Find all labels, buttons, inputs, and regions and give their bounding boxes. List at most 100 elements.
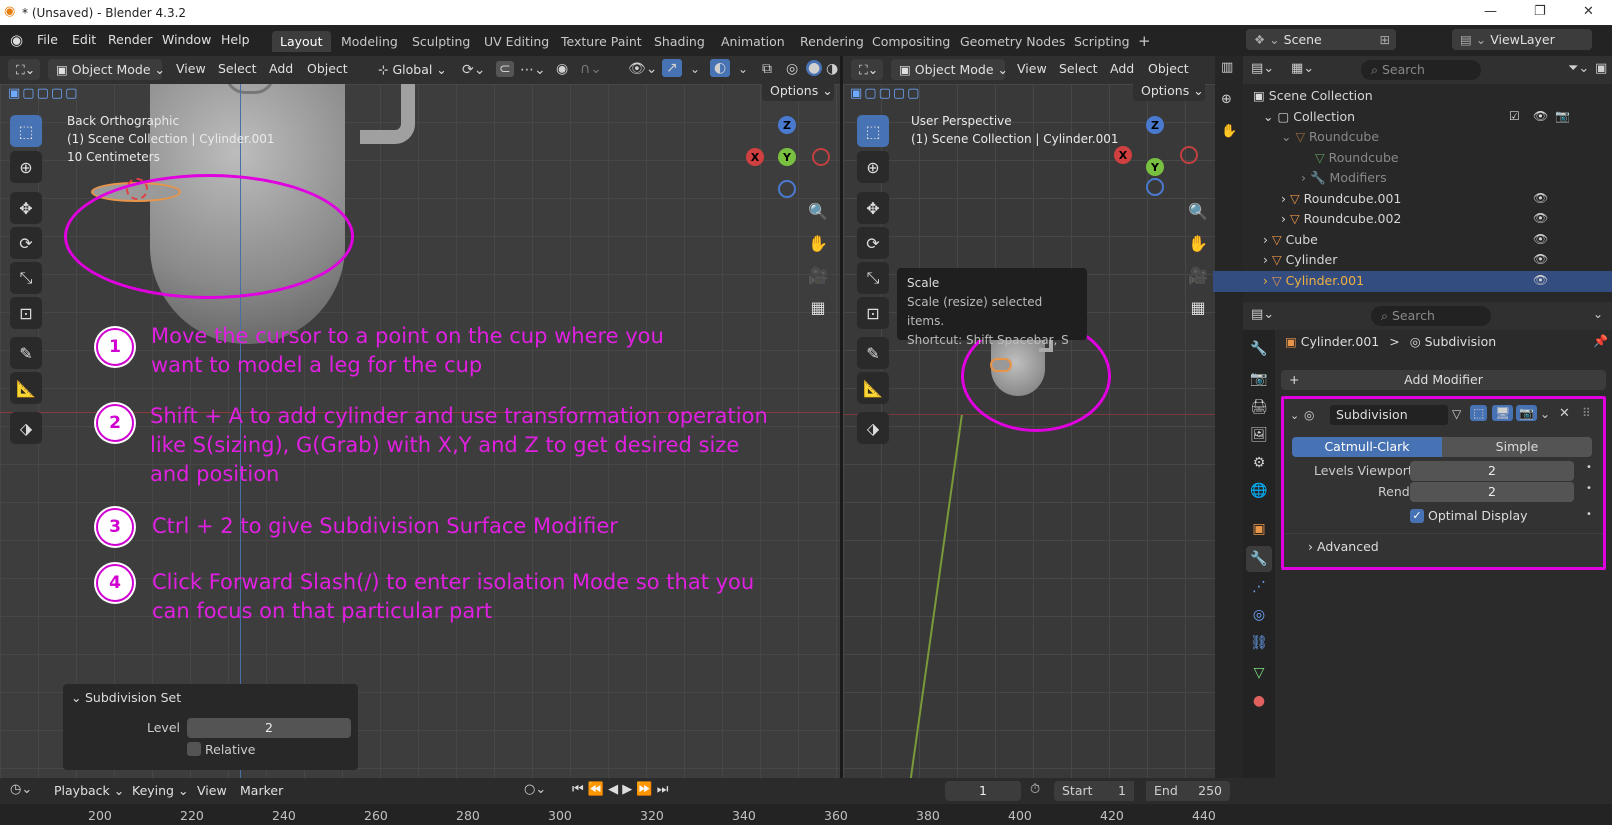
playback-controls[interactable]: ⏮ ⏪ ◀ ▶ ⏩ ⏭ (572, 782, 668, 797)
left-mode-dropdown[interactable]: ▣ Object Mode ⌄ (48, 59, 165, 80)
pin-properties-icon[interactable]: 📌 (1593, 334, 1608, 348)
row-eye-icon[interactable]: 👁 (1533, 191, 1548, 205)
xray-icon[interactable]: ⧉ (762, 61, 772, 77)
expand-icon[interactable]: › (1263, 252, 1272, 267)
falloff-icon[interactable]: ∩⌄ (580, 61, 602, 77)
x-axis-gizmo[interactable]: X (746, 148, 764, 166)
right-move-tool[interactable]: ✥ (857, 192, 889, 224)
right-pan-hand-icon[interactable]: ✋ (1184, 229, 1212, 257)
scale-tool[interactable]: ⤡ (10, 262, 42, 294)
proportional-edit-icon[interactable]: ◉ (556, 61, 568, 77)
expand-icon[interactable]: › (1281, 211, 1290, 226)
tab-geometry-nodes[interactable]: Geometry Nodes (952, 31, 1073, 52)
move-tool[interactable]: ✥ (10, 192, 42, 224)
timeline-editor-icon[interactable]: ◷⌄ (10, 782, 32, 797)
sidebar-toggle-icon[interactable]: ▥ (1221, 60, 1233, 75)
select-box-tool[interactable]: ⬚ (10, 115, 42, 147)
view-layer-selector[interactable]: ▤ ⌄ ViewLayer (1452, 29, 1592, 50)
blender-menu-icon[interactable]: ◉ (10, 31, 23, 49)
right-measure-tool[interactable]: 📐 (857, 372, 889, 404)
menu-help[interactable]: Help (221, 32, 250, 47)
outliner-row-collection[interactable]: ⌄ ▢ Collection (1263, 109, 1355, 130)
expand-icon[interactable]: › (1301, 170, 1310, 185)
realtime-icon[interactable]: 🖥 (1492, 405, 1514, 421)
left-menu-add[interactable]: Add (269, 61, 293, 76)
constraints-tab-icon[interactable]: ⛓ (1246, 630, 1272, 656)
simple-button[interactable]: Simple (1442, 437, 1592, 457)
physics-tab-icon[interactable]: ◎ (1246, 602, 1272, 628)
right-z-axis-gizmo[interactable]: Z (1146, 116, 1164, 134)
selection-mode-icons[interactable]: ▣▢▢▢▢ (8, 86, 79, 101)
expand-icon[interactable]: › (1263, 232, 1272, 247)
add-cube-tool[interactable]: ⬗ (10, 412, 42, 444)
right-scale-tool[interactable]: ⤡ (857, 262, 889, 294)
row-eye-icon[interactable]: 👁 (1533, 273, 1548, 287)
pan-hand-icon[interactable]: ✋ (804, 229, 832, 257)
start-frame-field[interactable]: Start 1 (1054, 781, 1134, 801)
modifier-collapse-icon[interactable]: ⌄ (1290, 409, 1299, 422)
left-options-dropdown[interactable]: Options ⌄ (762, 84, 834, 101)
outliner-row-cylinder[interactable]: › ▽ Cylinder (1263, 252, 1337, 273)
render-levels-field[interactable]: 2 (1410, 482, 1574, 502)
right-x-axis-gizmo[interactable]: X (1114, 146, 1132, 164)
z-axis-gizmo[interactable]: Z (778, 116, 796, 134)
left-menu-select[interactable]: Select (218, 61, 257, 76)
modifier-tab-icon[interactable]: 🔧 (1246, 546, 1272, 572)
row-eye-icon[interactable]: 👁 (1533, 211, 1548, 225)
catmull-clark-button[interactable]: Catmull-Clark (1292, 437, 1442, 457)
outliner-row-roundcube-001[interactable]: › ▽ Roundcube.001 (1281, 191, 1401, 212)
collection-checkbox-icon[interactable]: ☑ (1509, 109, 1520, 123)
output-tab-icon[interactable]: 🖨 (1246, 394, 1272, 420)
right-mode-dropdown[interactable]: ▣ Object Mode ⌄ (891, 59, 1008, 80)
outliner-row-modifiers[interactable]: › 🔧 Modifiers (1301, 170, 1387, 191)
snap-target-icon[interactable]: ⋯⌄ (520, 62, 546, 78)
right-menu-object[interactable]: Object (1148, 61, 1189, 76)
on-cage-icon[interactable]: ⬚ (1470, 405, 1488, 421)
editor-type-icon[interactable]: ⛶⌄ (8, 59, 40, 80)
auto-keying-icon[interactable]: ○⌄ (524, 782, 546, 797)
right-menu-select[interactable]: Select (1059, 61, 1098, 76)
menu-render[interactable]: Render (108, 32, 153, 47)
advanced-section[interactable]: › Advanced (1308, 539, 1379, 554)
timeline-view-menu[interactable]: View (197, 783, 227, 798)
left-menu-view[interactable]: View (176, 61, 206, 76)
left-menu-object[interactable]: Object (307, 61, 348, 76)
outliner-row-roundcube-002[interactable]: › ▽ Roundcube.002 (1281, 211, 1401, 232)
right-selection-mode-icons[interactable]: ▣▢▢▢▢ (850, 86, 921, 101)
solid-shading-icon[interactable]: ● (806, 60, 823, 76)
neg-z-axis-gizmo[interactable] (778, 180, 796, 198)
gizmo-icon[interactable]: ↗ (662, 59, 682, 77)
drag-handle-icon[interactable]: ⠿ (1582, 406, 1591, 420)
panel-collapse-icon[interactable]: ⌄ (71, 690, 81, 705)
tab-animation[interactable]: Animation (713, 31, 793, 52)
pin-icon[interactable]: ⊞ (1380, 32, 1390, 47)
current-frame-field[interactable]: 1 (945, 781, 1021, 801)
right-menu-view[interactable]: View (1017, 61, 1047, 76)
expand-icon[interactable]: › (1263, 273, 1272, 288)
expand-icon[interactable]: ⌄ (1263, 109, 1277, 124)
panel-title[interactable]: Subdivision Set (85, 690, 181, 705)
playback-menu[interactable]: Playback ⌄ (54, 783, 124, 798)
new-collection-icon[interactable]: ▣ (1595, 61, 1607, 76)
right-perspective-icon[interactable]: ▦ (1184, 293, 1212, 321)
tab-compositing[interactable]: Compositing (864, 31, 958, 52)
right-y-axis-gizmo[interactable]: Y (1146, 158, 1164, 176)
outliner-row-scene-collection[interactable]: ▣ Scene Collection (1253, 88, 1373, 109)
annotate-tool[interactable]: ✎ (10, 337, 42, 369)
right-viewport[interactable]: User Perspective (1) Scene Collection | … (843, 84, 1215, 778)
outliner-row-cylinder-001[interactable]: › ▽ Cylinder.001 (1263, 273, 1364, 294)
collection-camera-icon[interactable]: 📷 (1555, 109, 1570, 123)
scene-tab-icon[interactable]: ⚙ (1246, 450, 1272, 476)
keyframe-dot-icon[interactable]: • (1586, 483, 1592, 494)
marker-menu[interactable]: Marker (240, 783, 283, 798)
right-editor-type-icon[interactable]: ⛶⌄ (851, 59, 883, 80)
keyframe-dot-icon[interactable]: • (1586, 509, 1592, 520)
add-modifier-button[interactable]: + Add Modifier (1281, 370, 1606, 390)
row-eye-icon[interactable]: 👁 (1533, 252, 1548, 266)
tab-uv-editing[interactable]: UV Editing (476, 31, 557, 52)
neg-x-axis-gizmo[interactable] (812, 148, 830, 166)
world-tab-icon[interactable]: 🌐 (1246, 478, 1272, 504)
remove-modifier-icon[interactable]: ✕ (1559, 406, 1570, 421)
outliner-search-input[interactable]: ⌕ Search (1361, 60, 1481, 80)
filter-icon[interactable]: ⏷⌄ (1568, 61, 1589, 76)
